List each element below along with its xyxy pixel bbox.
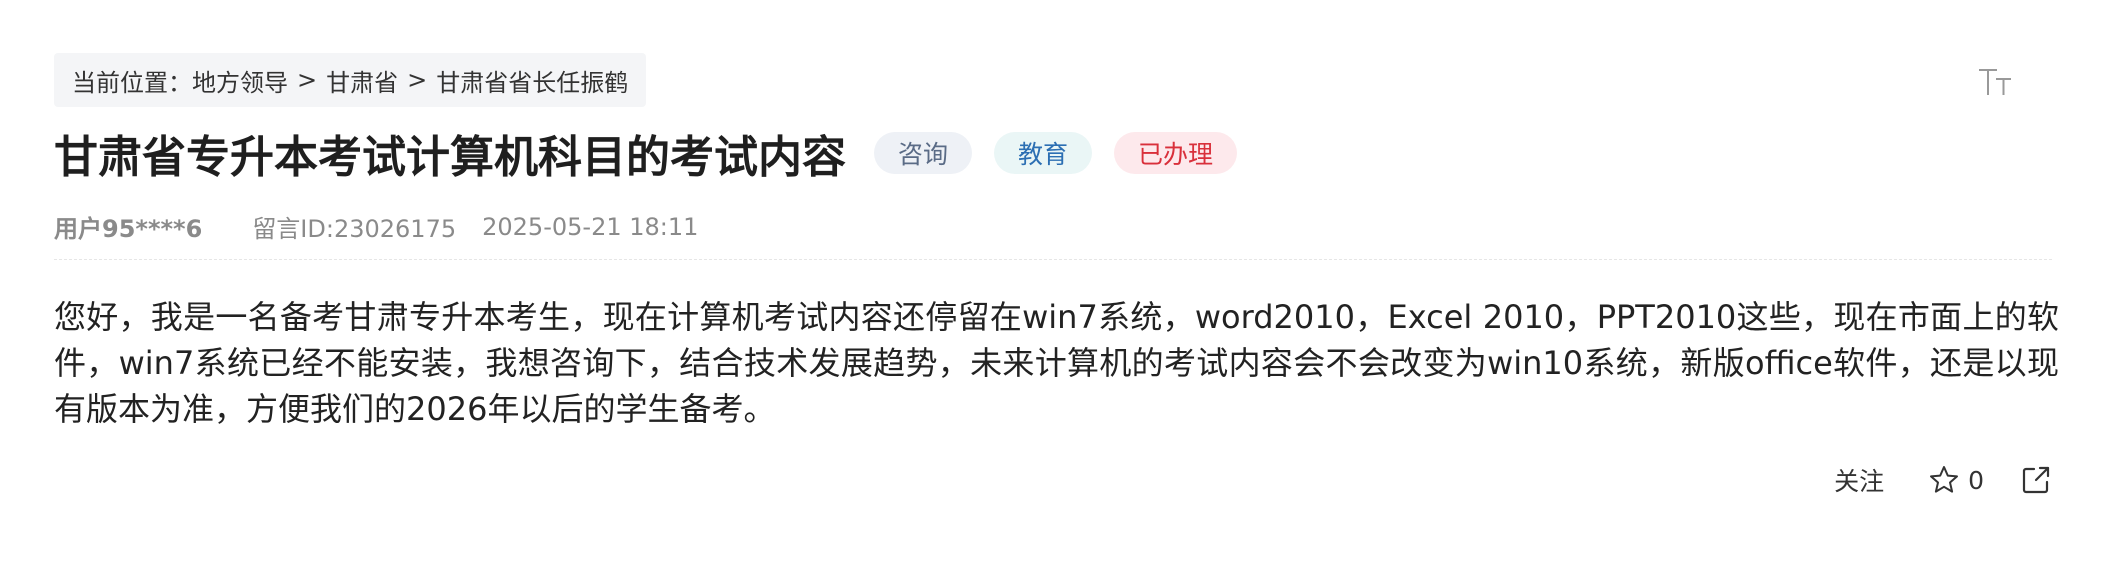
author-name: 用户95****6 bbox=[54, 215, 203, 243]
like-button[interactable]: 0 bbox=[1928, 464, 1984, 496]
title-row: 甘肃省专升本考试计算机科目的考试内容 咨询 教育 已办理 bbox=[54, 122, 1238, 184]
post-actions: 关注 0 bbox=[1834, 462, 2052, 498]
page-title: 甘肃省专升本考试计算机科目的考试内容 bbox=[54, 132, 846, 183]
breadcrumb-item-governor[interactable]: 甘肃省省长任振鹤 bbox=[436, 63, 628, 98]
post-content: 您好，我是一名备考甘肃专升本考生，现在计算机考试内容还停留在win7系统，wor… bbox=[54, 298, 2059, 428]
breadcrumb-item-gansu[interactable]: 甘肃省 bbox=[326, 63, 398, 98]
breadcrumb: 当前位置： 地方领导 > 甘肃省 > 甘肃省省长任振鹤 bbox=[54, 53, 647, 107]
page: 当前位置： 地方领导 > 甘肃省 > 甘肃省省长任振鹤 甘肃省专升本考试计算机科… bbox=[0, 0, 2104, 572]
share-button[interactable] bbox=[2020, 464, 2052, 496]
tag-consult: 咨询 bbox=[874, 132, 973, 174]
follow-button[interactable]: 关注 bbox=[1834, 462, 1884, 498]
message-id: 留言ID:23026175 bbox=[252, 215, 457, 243]
font-size-button[interactable] bbox=[1975, 62, 2015, 102]
breadcrumb-label: 当前位置： bbox=[72, 68, 192, 97]
breadcrumb-separator: > bbox=[297, 66, 318, 94]
font-size-icon bbox=[1978, 67, 2012, 97]
post-meta: 用户95****6 留言ID:23026175 2025-05-21 18:11 bbox=[54, 209, 698, 244]
breadcrumb-separator: > bbox=[407, 66, 428, 94]
tag-education: 教育 bbox=[994, 132, 1093, 174]
post-datetime: 2025-05-21 18:11 bbox=[482, 212, 699, 241]
divider bbox=[54, 259, 2052, 260]
status-badge: 已办理 bbox=[1114, 132, 1238, 174]
star-icon bbox=[1928, 464, 1960, 496]
like-count: 0 bbox=[1968, 465, 1984, 495]
share-icon bbox=[2020, 464, 2052, 496]
breadcrumb-item-local-leaders[interactable]: 地方领导 bbox=[192, 63, 288, 98]
